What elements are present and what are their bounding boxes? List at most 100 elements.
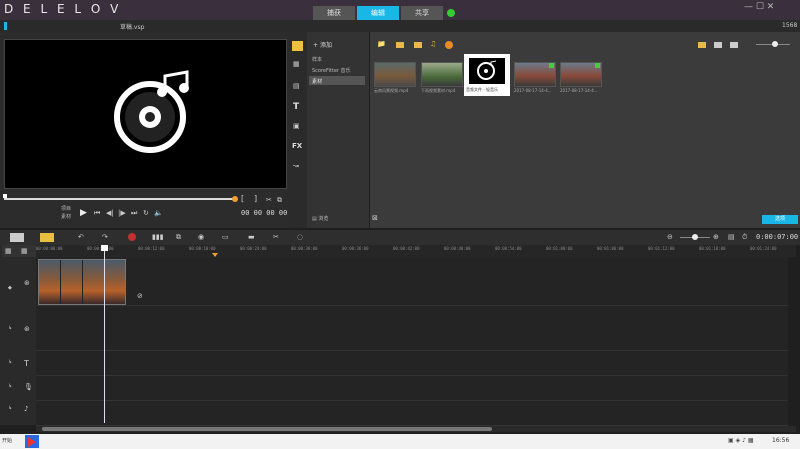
zoom-handle[interactable] [692, 234, 698, 240]
mode-clip[interactable]: 素材 [61, 213, 71, 220]
enlarge-icon[interactable]: ⧉ [277, 196, 282, 205]
sort-icon[interactable] [445, 41, 453, 49]
track-toggle[interactable]: ↳ [8, 405, 12, 411]
title-icon[interactable]: T [293, 102, 299, 112]
voice-track[interactable] [36, 376, 788, 401]
ripple-icon[interactable]: ▦ [21, 247, 28, 255]
sound-mixer-icon[interactable]: ▮▮▮ [152, 233, 164, 241]
timeline-scrollbar[interactable] [36, 426, 796, 432]
next-icon[interactable]: ⏭ [131, 209, 137, 218]
music-track[interactable] [36, 401, 788, 426]
library-folder-panel: + 添加 样本 ScoreFitter 音乐 素材 ▤ 浏览 [307, 32, 369, 228]
multicam-icon[interactable]: ▬ [248, 233, 255, 241]
mark-out-handle[interactable] [232, 196, 238, 202]
track-toggle[interactable]: ↳ [8, 325, 12, 331]
play-icon[interactable]: ▶ [80, 208, 87, 218]
mode-project[interactable]: 项目 [61, 205, 71, 212]
playhead-handle[interactable] [101, 245, 108, 251]
music-track-icon[interactable]: ♪ [24, 405, 28, 413]
video-clip[interactable] [38, 259, 126, 305]
timeline-timecode[interactable]: 0:00:07:00 [756, 233, 798, 241]
title-track-icon[interactable]: T [24, 359, 29, 368]
thumbnail-clip[interactable] [421, 62, 463, 87]
fit-project-icon[interactable]: ▤ [728, 233, 735, 241]
window-controls[interactable]: — ☐ ✕ [744, 2, 774, 12]
repeat-icon[interactable]: ↻ [143, 209, 149, 217]
overlay-track-icon[interactable]: ⊛ [24, 325, 30, 333]
prev-icon[interactable]: ⏮ [94, 209, 100, 218]
folder-media-selected[interactable]: 素材 [309, 76, 365, 85]
show-photo-icon[interactable] [414, 42, 422, 48]
tab-edit[interactable]: 编辑 [357, 6, 399, 20]
upload-icon[interactable] [447, 9, 455, 17]
step-forward-icon[interactable]: |▶ [118, 209, 126, 217]
transition-icon[interactable]: ▤ [293, 82, 300, 90]
mask-icon[interactable]: ◌ [297, 233, 303, 241]
volume-icon[interactable]: 🔈 [154, 209, 163, 217]
folder-scorefitter[interactable]: ScoreFitter 音乐 [312, 67, 351, 74]
tab-share[interactable]: 共享 [401, 6, 443, 20]
undo-icon[interactable]: ↶ [78, 233, 84, 241]
tray-icons[interactable]: ▣ ◈ ♪ ▦ [728, 437, 754, 444]
scrub-bar[interactable] [4, 198, 234, 200]
title-bar: D E L E L O V 捕获 编辑 共享 — ☐ ✕ [0, 0, 800, 20]
subtitle-icon[interactable]: ▭ [222, 233, 229, 241]
view-list-icon[interactable] [698, 42, 706, 48]
view-thumb-icon[interactable] [714, 42, 722, 48]
step-back-icon[interactable]: ◀| [106, 209, 114, 217]
fx-icon[interactable]: FX [292, 142, 302, 150]
split-icon[interactable]: ✂ [266, 196, 272, 204]
mark-in-button[interactable]: [ [241, 194, 244, 203]
record-icon[interactable] [128, 233, 136, 241]
folder-icon[interactable]: 📁 [377, 40, 386, 48]
show-video-icon[interactable] [396, 42, 404, 48]
import-icon[interactable]: ⊠ [372, 214, 378, 222]
browse-button[interactable]: ▤ 浏览 [312, 215, 328, 222]
options-button[interactable]: 选项 [762, 215, 798, 224]
graphics-icon[interactable]: ▣ [293, 122, 300, 130]
add-folder-button[interactable]: + 添加 [313, 40, 332, 49]
track-manager-icon[interactable]: ▦ [5, 247, 12, 255]
mark-out-button[interactable]: ] [254, 194, 257, 203]
playhead[interactable] [104, 245, 105, 423]
storyboard-view-icon[interactable] [10, 233, 24, 242]
redo-icon[interactable]: ↷ [102, 233, 108, 241]
ruler-tick-label: 00:00:48:00 [444, 246, 471, 251]
scrub-handle[interactable] [3, 194, 7, 198]
timeline-view-icon[interactable] [40, 233, 54, 242]
folder-samples[interactable]: 样本 [312, 56, 322, 63]
thumbnail-clip[interactable] [374, 62, 416, 87]
scrollbar-thumb[interactable] [42, 427, 492, 431]
start-label[interactable]: 开始 [2, 437, 12, 444]
preview-window[interactable] [4, 39, 287, 189]
used-check-icon [595, 63, 600, 68]
player-timecode[interactable]: 00 00 00 00 [241, 209, 287, 217]
auto-music-icon[interactable]: ⧉ [176, 233, 181, 242]
overlay-track[interactable] [36, 306, 788, 351]
thumb-size-handle[interactable] [772, 41, 778, 47]
library-category-bar: ▦ ▤ T ▣ FX ↝ [289, 32, 307, 228]
speed-icon[interactable]: ✂ [273, 233, 279, 241]
media-library-icon[interactable] [292, 41, 303, 51]
ruler-tick-layer: 00:00:00:0000:00:06:0000:00:12:0000:00:1… [36, 245, 796, 257]
zoom-out-icon[interactable]: ⊖ [667, 233, 673, 241]
view-detail-icon[interactable] [730, 42, 738, 48]
voice-track-icon[interactable]: 🎙 [24, 383, 33, 391]
track-manager-corner: ▦ ▦ [2, 245, 36, 257]
motion-track-icon[interactable]: ◉ [198, 233, 204, 241]
video-track-icon[interactable]: ⊛ [24, 279, 30, 287]
ruler-tick-label: 00:01:06:00 [597, 246, 624, 251]
track-toggle[interactable]: ↳ [8, 383, 12, 389]
project-file-name: 草稿.vsp [120, 24, 145, 31]
show-music-icon[interactable]: ♫ [430, 40, 436, 48]
track-toggle[interactable]: ↳ [8, 359, 12, 365]
title-track[interactable] [36, 351, 788, 376]
tab-capture[interactable]: 捕获 [313, 6, 355, 20]
video-track[interactable] [36, 257, 788, 306]
track-toggle[interactable]: ◆ [8, 285, 12, 291]
thumbnail-selected-frame[interactable]: 音频文件 - 轻音乐 [464, 54, 510, 96]
tab-edit-label: 编辑 [371, 9, 385, 17]
path-icon[interactable]: ↝ [293, 162, 299, 170]
zoom-in-icon[interactable]: ⊕ [713, 233, 719, 241]
instant-project-icon[interactable]: ▦ [293, 60, 300, 68]
